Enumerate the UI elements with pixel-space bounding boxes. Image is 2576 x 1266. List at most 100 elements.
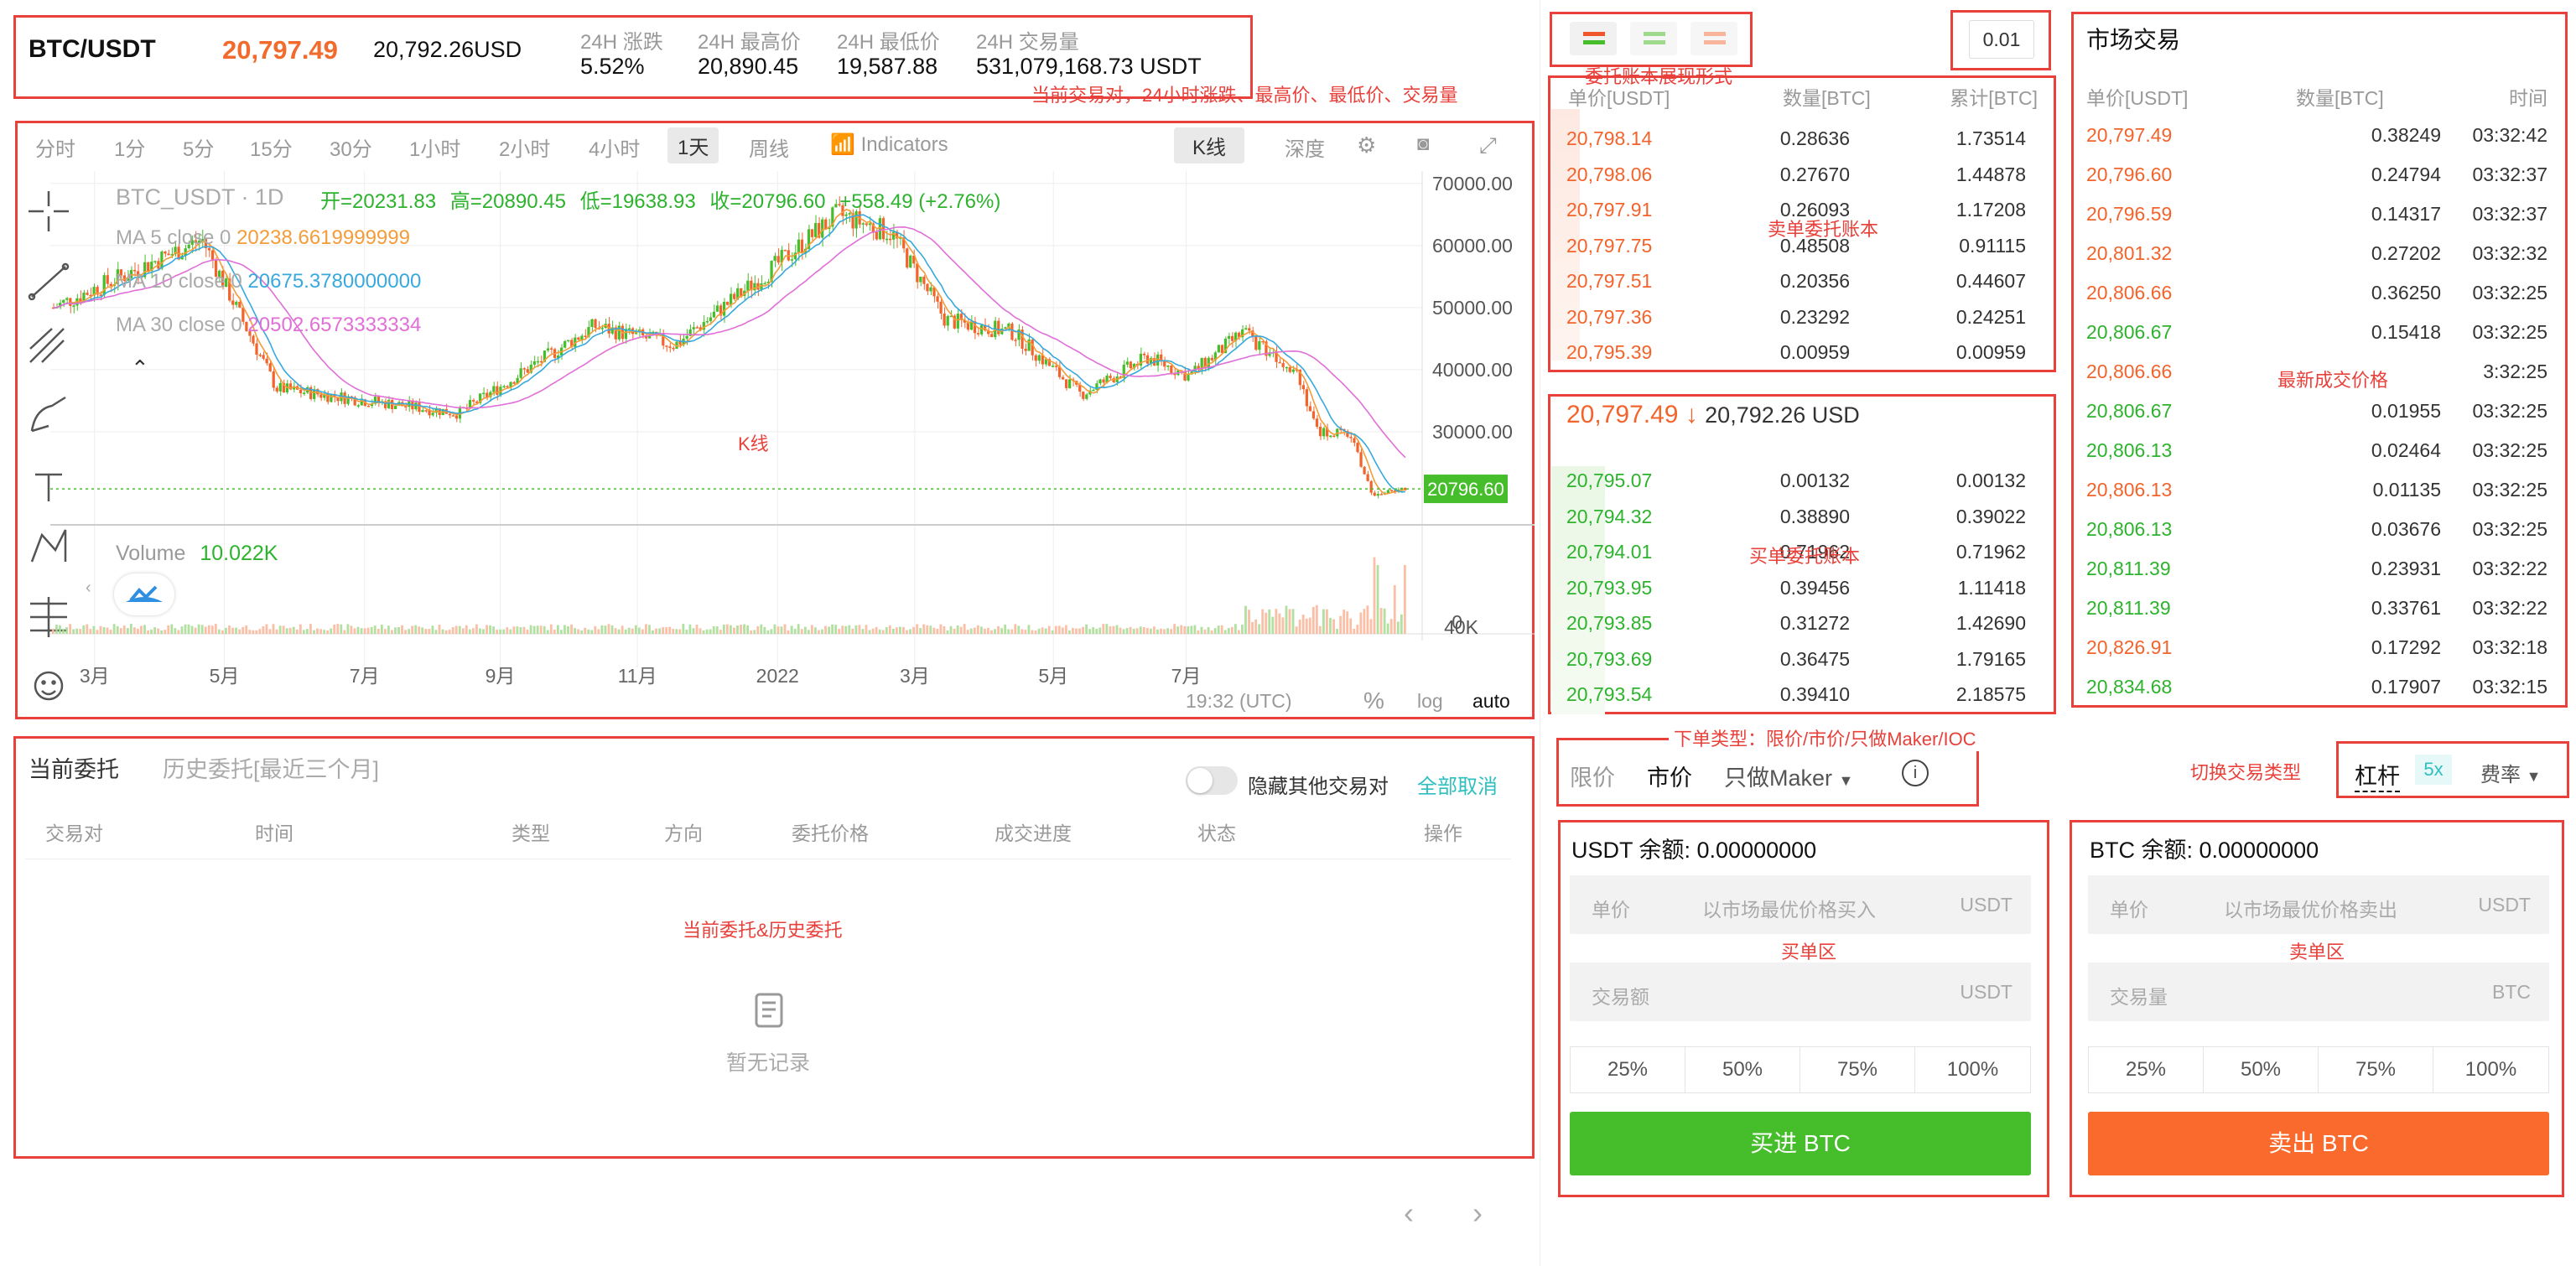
interval-timeline[interactable]: 分时	[35, 132, 75, 162]
bid-row[interactable]: 20,793.54 0.39410 2.18575	[1565, 675, 2034, 710]
interval-1h[interactable]: 1小时	[409, 132, 460, 162]
volume-bar	[444, 630, 448, 634]
order-type-limit[interactable]: 限价	[1570, 760, 1615, 792]
fee-dropdown[interactable]: 费率 ▼	[2480, 758, 2542, 787]
tab-depth[interactable]: 深度	[1285, 132, 1325, 162]
candle	[1092, 389, 1095, 392]
ask-row[interactable]: 20,797.36 0.23292 0.24251	[1565, 298, 2034, 333]
volume-bar	[1057, 625, 1061, 634]
sell-pct-25[interactable]: 25%	[2088, 1046, 2204, 1093]
page-next-icon[interactable]: ›	[1472, 1196, 1483, 1231]
indicators-button[interactable]: 📶 Indicators	[830, 132, 948, 157]
tick-size-select[interactable]: 0.01	[1969, 20, 2034, 59]
tab-kline[interactable]: K线	[1174, 127, 1245, 163]
buy-pct-50[interactable]: 50%	[1685, 1046, 1800, 1093]
buy-price-input[interactable]: 单价 以市场最优价格买入 USDT	[1570, 875, 2031, 934]
log-toggle[interactable]: log	[1417, 690, 1443, 713]
bid-row[interactable]: 20,793.95 0.39456 1.11418	[1565, 568, 2034, 604]
interval-5m[interactable]: 5分	[183, 132, 214, 162]
interval-week[interactable]: 周线	[749, 132, 789, 162]
volume-bar	[1139, 626, 1142, 634]
fullscreen-icon[interactable]: ⤢	[1479, 132, 1497, 159]
trade-row: 20,797.49 0.38249 03:32:42	[2085, 116, 2554, 155]
settings-gear-icon[interactable]: ⚙	[1357, 132, 1376, 158]
trades-col-amount: 数量[BTC]	[2296, 87, 2384, 109]
candle	[919, 277, 922, 283]
ask-row[interactable]: 20,797.51 0.20356 0.44607	[1565, 262, 2034, 297]
bid-row[interactable]: 20,795.07 0.00132 0.00132	[1565, 461, 2034, 496]
candle	[65, 298, 69, 300]
trade-time: 03:32:25	[2472, 321, 2547, 343]
sell-price-input[interactable]: 单价 以市场最优价格卖出 USDT	[2088, 875, 2549, 934]
volume-bar	[1047, 625, 1051, 634]
tab-history-orders[interactable]: 历史委托[最近三个月]	[163, 751, 379, 784]
leverage-badge[interactable]: 5x	[2415, 755, 2452, 785]
tab-current-orders[interactable]: 当前委托	[29, 751, 119, 784]
collapse-legend-icon[interactable]: ⌃	[131, 355, 149, 381]
hide-others-toggle[interactable]	[1186, 766, 1238, 795]
candle	[1014, 340, 1017, 341]
bid-row[interactable]: 20,793.69 0.36475 1.79165	[1565, 640, 2034, 675]
candle	[532, 361, 536, 365]
candle	[451, 415, 454, 417]
bid-row[interactable]: 20,793.85 0.31272 1.42690	[1565, 604, 2034, 639]
order-type-market[interactable]: 市价	[1647, 760, 1692, 792]
interval-2h[interactable]: 2小时	[499, 132, 550, 162]
volume-bar	[438, 625, 441, 634]
volume-bar	[746, 625, 750, 634]
sell-pct-75[interactable]: 75%	[2318, 1046, 2433, 1093]
bid-total: 1.11418	[1957, 576, 2026, 599]
buy-pct-100[interactable]: 100%	[1914, 1046, 2031, 1093]
candle	[885, 238, 889, 241]
volume-bar	[1010, 629, 1014, 634]
book-mode-asks-icon[interactable]	[1690, 22, 1737, 55]
book-mode-bids-icon[interactable]	[1630, 22, 1677, 55]
candle	[1085, 394, 1088, 399]
cancel-all-button[interactable]: 全部取消	[1417, 770, 1498, 799]
volume-bar	[730, 625, 732, 634]
sell-amount-input[interactable]: 交易量 BTC	[2088, 962, 2549, 1021]
sell-btc-button[interactable]: 卖出 BTC	[2088, 1112, 2549, 1175]
book-mode-both-icon[interactable]	[1570, 22, 1617, 55]
info-icon[interactable]: i	[1902, 760, 1929, 786]
page-prev-icon[interactable]: ‹	[1404, 1196, 1414, 1231]
volume-bar	[526, 630, 529, 634]
bid-row[interactable]: 20,794.32 0.38890 0.39022	[1565, 497, 2034, 532]
interval-1m[interactable]: 1分	[114, 132, 145, 162]
volume-bar	[512, 626, 516, 634]
order-type-maker[interactable]: 只做Maker ▼	[1724, 760, 1853, 792]
auto-toggle[interactable]: auto	[1472, 690, 1510, 713]
bid-price: 20,793.95	[1566, 576, 1653, 599]
buy-pct-75[interactable]: 75%	[1800, 1046, 1915, 1093]
trade-price: 20,806.66	[2086, 361, 2173, 382]
margin-tab[interactable]: 杠杆	[2355, 758, 2400, 792]
volume-bar	[682, 624, 685, 634]
scroll-left-icon[interactable]: ‹	[86, 579, 91, 598]
ask-row[interactable]: 20,798.14 0.28636 1.73514	[1565, 119, 2034, 154]
interval-4h[interactable]: 4小时	[589, 132, 640, 162]
camera-icon[interactable]: ◙	[1417, 132, 1430, 156]
ma30-legend: MA 30 close 0 20502.6573333334	[116, 314, 422, 336]
candle	[299, 389, 303, 394]
sell-pct-100[interactable]: 100%	[2433, 1046, 2549, 1093]
candle	[278, 382, 282, 392]
candle	[1210, 357, 1213, 361]
volume-bar	[1278, 613, 1281, 634]
ask-row[interactable]: 20,795.39 0.00959 0.00959	[1565, 333, 2034, 368]
volume-bar	[652, 630, 654, 634]
percent-toggle[interactable]: %	[1363, 687, 1384, 714]
volume-bar	[1366, 605, 1369, 634]
interval-30m[interactable]: 30分	[330, 132, 372, 162]
kline-chart[interactable]: 70000.00 60000.00 50000.00 40000.00 30000.00…	[50, 171, 1535, 716]
ask-price: 20,798.06	[1566, 163, 1653, 185]
buy-amount-input[interactable]: 交易额 USDT	[1570, 962, 2031, 1021]
ask-row[interactable]: 20,798.06 0.27670 1.44878	[1565, 155, 2034, 190]
sell-pct-50[interactable]: 50%	[2203, 1046, 2319, 1093]
ohlc-change: +558.49 (+2.76%)	[839, 190, 1001, 213]
candle	[783, 250, 787, 252]
buy-btc-button[interactable]: 买进 BTC	[1570, 1112, 2031, 1175]
interval-1d[interactable]: 1天	[667, 127, 719, 163]
interval-15m[interactable]: 15分	[250, 132, 293, 162]
candle	[695, 327, 699, 329]
buy-pct-25[interactable]: 25%	[1570, 1046, 1685, 1093]
